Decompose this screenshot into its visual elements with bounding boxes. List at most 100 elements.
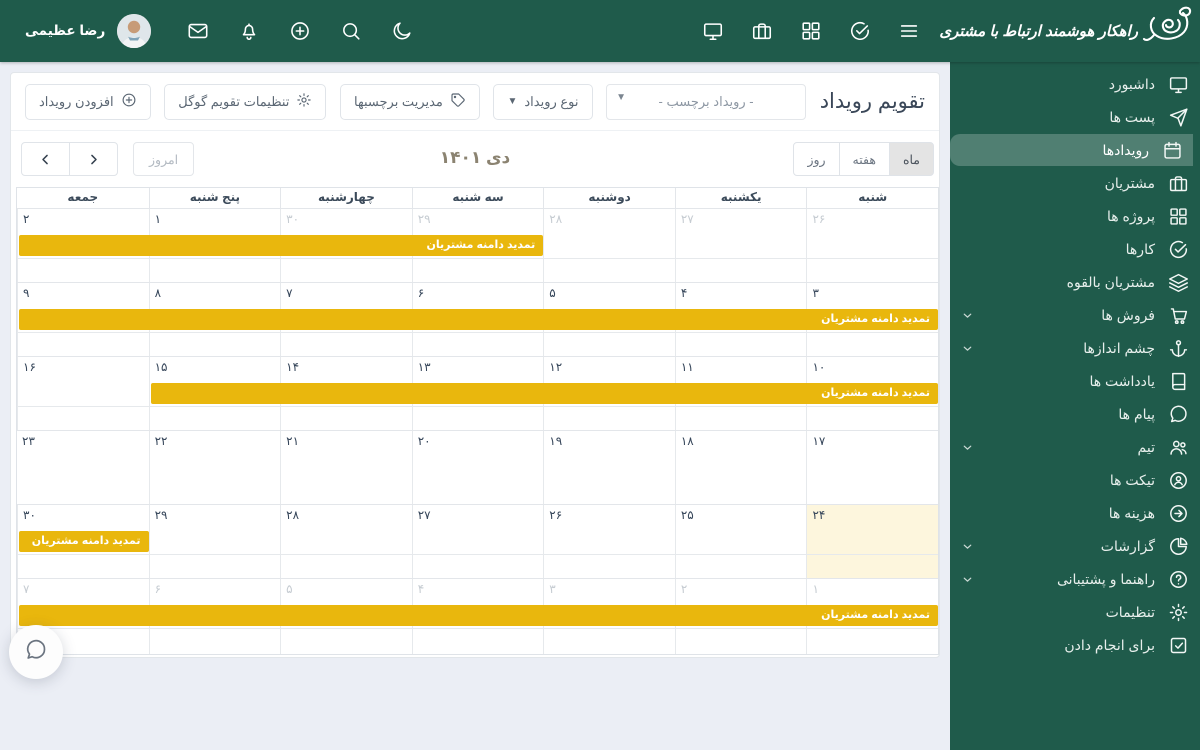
add-event-button[interactable]: افزودن رویداد bbox=[25, 83, 151, 120]
day-number: ۹ bbox=[23, 286, 30, 300]
main-content: تقویم رویداد - رویداد برچسب - ▼ نوع روید… bbox=[0, 62, 950, 750]
chat-fab-button[interactable] bbox=[9, 625, 63, 679]
day-cell-today[interactable]: ۲۴ bbox=[806, 505, 938, 578]
check-circle-icon[interactable] bbox=[849, 20, 871, 42]
view-button-1[interactable]: هفته bbox=[838, 142, 890, 176]
event-bar[interactable]: تمدید دامنه مشتریان bbox=[150, 383, 938, 404]
caret-down-icon: ▼ bbox=[507, 96, 518, 107]
view-switcher: روز هفته ماه bbox=[793, 142, 934, 176]
day-cell[interactable]: ۲۳ bbox=[17, 431, 149, 504]
day-cell[interactable]: ۲۶ bbox=[543, 505, 675, 578]
event-bar[interactable]: تمدید دامنه مشتریان bbox=[19, 309, 938, 330]
add-event-label: افزودن رویداد bbox=[39, 93, 114, 109]
event-type-button[interactable]: نوع رویداد ▼ bbox=[493, 83, 593, 120]
sidebar-item-customers[interactable]: مشتریان bbox=[950, 167, 1200, 199]
day-header: چهارشنبه bbox=[280, 188, 412, 208]
day-number: ۱ bbox=[812, 582, 819, 596]
sidebar-item-expenses[interactable]: هزینه ها bbox=[950, 497, 1200, 529]
day-cell[interactable]: ۱۸ bbox=[674, 431, 807, 504]
sidebar-item-notes[interactable]: یادداشت ها bbox=[950, 365, 1200, 397]
day-number: ۲۵ bbox=[680, 508, 694, 522]
sidebar-item-reports[interactable]: گزارشات bbox=[950, 530, 1200, 562]
sidebar-item-label: پیام ها bbox=[1118, 405, 1155, 422]
sidebar-item-help[interactable]: راهنما و پشتیبانی bbox=[950, 563, 1200, 595]
day-cell[interactable]: ۲۶ bbox=[806, 209, 938, 282]
sidebar-item-label: داشبورد bbox=[1108, 75, 1155, 92]
day-number: ۲۲ bbox=[154, 434, 168, 448]
briefcase-icon[interactable] bbox=[751, 20, 773, 42]
help-icon bbox=[1168, 569, 1189, 590]
day-cell[interactable]: ۲۱ bbox=[280, 431, 412, 504]
event-label-select[interactable]: - رویداد برچسب - ▼ bbox=[606, 83, 807, 120]
day-number: ۱۵ bbox=[154, 360, 168, 374]
sidebar-item-label: مشتریان بالقوه bbox=[1066, 273, 1155, 290]
sidebar-item-tickets[interactable]: تیکت ها bbox=[950, 464, 1200, 496]
day-cell[interactable]: ۲۷ bbox=[674, 209, 807, 282]
day-cell[interactable]: ۱۹ bbox=[543, 431, 675, 504]
day-number: ۱۱ bbox=[680, 360, 694, 374]
sidebar-item-projects[interactable]: پروژه ها bbox=[950, 200, 1200, 232]
day-cell[interactable]: ۲۵ bbox=[674, 505, 807, 578]
manage-labels-button[interactable]: مدیریت برچسبها bbox=[340, 83, 480, 120]
sidebar-item-leads[interactable]: مشتریان بالقوه bbox=[950, 266, 1200, 298]
chevron-down-icon bbox=[961, 342, 974, 355]
sidebar-item-tasks[interactable]: کارها bbox=[950, 233, 1200, 265]
day-number: ۲۸ bbox=[286, 508, 300, 522]
event-bar[interactable]: تمدید دامنه مشتریان bbox=[19, 605, 938, 626]
day-cell[interactable]: ۲۸ bbox=[280, 505, 412, 578]
grid-icon[interactable] bbox=[800, 20, 822, 42]
mail-icon[interactable] bbox=[187, 20, 209, 42]
day-number: ۳ bbox=[812, 286, 819, 300]
event-bar[interactable]: تمدید دامنه مشتریان bbox=[19, 531, 149, 552]
google-settings-label: تنظیمات تقویم گوگل bbox=[178, 93, 290, 109]
briefcase-icon bbox=[1168, 173, 1189, 194]
logo[interactable]: راهکار هوشمند ارتباط با مشتری bbox=[939, 4, 1200, 59]
sidebar-item-label: تیم bbox=[1137, 438, 1155, 455]
search-icon[interactable] bbox=[340, 20, 362, 42]
day-cell[interactable]: ۲۹ bbox=[148, 505, 281, 578]
calendar-card: تقویم رویداد - رویداد برچسب - ▼ نوع روید… bbox=[10, 72, 940, 658]
ticket-icon bbox=[1168, 470, 1189, 491]
avatar[interactable] bbox=[117, 14, 152, 48]
topbar-left-icons bbox=[187, 20, 413, 42]
sidebar-item-posts[interactable]: پست ها bbox=[950, 101, 1200, 133]
day-header: جمعه bbox=[67, 190, 99, 204]
chat-icon bbox=[1168, 404, 1189, 425]
view-button-0[interactable]: روز bbox=[793, 142, 840, 176]
sidebar-item-prospects[interactable]: چشم اندازها bbox=[950, 332, 1200, 364]
sidebar-item-sales[interactable]: فروش ها bbox=[950, 299, 1200, 331]
sidebar-item-messages[interactable]: پیام ها bbox=[950, 398, 1200, 430]
sidebar-item-team[interactable]: تیم bbox=[950, 431, 1200, 463]
sidebar-item-label: راهنما و پشتیبانی bbox=[1056, 570, 1155, 587]
day-number: ۲۶ bbox=[549, 508, 563, 522]
book-icon bbox=[1168, 371, 1189, 392]
day-cell[interactable]: ۲۷ bbox=[411, 505, 544, 578]
day-cell[interactable]: ۱۷ bbox=[806, 431, 938, 504]
day-cell[interactable]: ۲۰ bbox=[411, 431, 544, 504]
sidebar-item-dashboard[interactable]: داشبورد bbox=[950, 68, 1200, 100]
event-bar[interactable]: تمدید دامنه مشتریان bbox=[19, 235, 544, 256]
topbar-right-icons bbox=[702, 20, 920, 42]
gear-icon bbox=[296, 92, 312, 111]
user-block[interactable]: رضا عظیمی bbox=[0, 14, 152, 48]
day-number: ۲ bbox=[680, 582, 688, 596]
sidebar-item-label: کارها bbox=[1125, 240, 1155, 257]
pie-icon bbox=[1168, 536, 1189, 557]
monitor-icon[interactable] bbox=[702, 20, 724, 42]
day-number: ۲۱ bbox=[286, 434, 300, 448]
day-cell[interactable]: ۲۲ bbox=[148, 431, 281, 504]
moon-icon[interactable] bbox=[391, 20, 413, 42]
sidebar-item-todo[interactable]: برای انجام دادن bbox=[950, 629, 1200, 661]
plus-circle-icon[interactable] bbox=[289, 20, 311, 42]
google-calendar-settings-button[interactable]: تنظیمات تقویم گوگل bbox=[164, 83, 327, 120]
day-number: ۲۹ bbox=[154, 508, 168, 522]
sidebar-item-settings[interactable]: تنظیمات bbox=[950, 596, 1200, 628]
menu-icon[interactable] bbox=[898, 20, 920, 42]
view-button-2[interactable]: ماه bbox=[888, 142, 934, 176]
day-cell[interactable]: ۱۶ bbox=[17, 357, 149, 430]
day-cell[interactable]: ۲۸ bbox=[543, 209, 675, 282]
bell-icon[interactable] bbox=[238, 20, 260, 42]
topbar: رضا عظیمی راهکار هوشمند ارتباط با مشتری bbox=[0, 0, 1200, 62]
calendar-week-1: ۳ ۴ ۵ ۶ ۷ ۸ ۹ تمدید دامنه مشتریان bbox=[17, 282, 938, 356]
sidebar-item-events[interactable]: رویدادها bbox=[950, 134, 1193, 166]
